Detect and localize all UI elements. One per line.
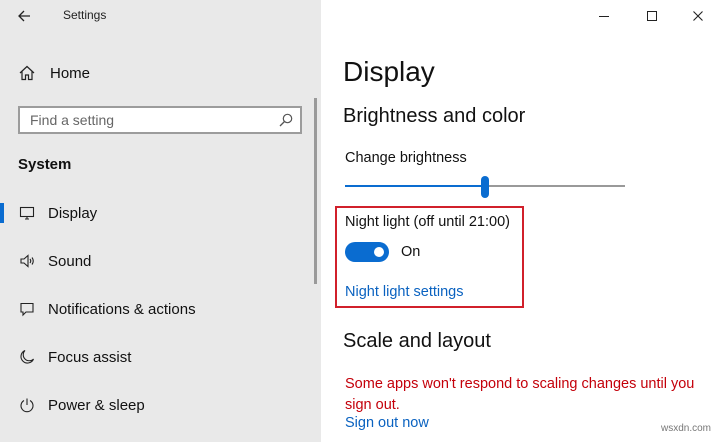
- sign-out-link[interactable]: Sign out now: [345, 415, 429, 431]
- minimize-icon: [599, 16, 609, 17]
- watermark: wsxdn.com: [660, 423, 711, 434]
- toggle-state-label: On: [401, 244, 421, 260]
- sidebar-item-label: Home: [50, 64, 91, 82]
- back-arrow-icon: [18, 10, 30, 22]
- app-title: Settings: [63, 8, 107, 22]
- sidebar-item-notifications[interactable]: Notifications & actions: [0, 294, 314, 324]
- close-icon: [693, 11, 703, 21]
- brightness-slider[interactable]: [345, 176, 625, 198]
- sidebar-item-label: Power & sleep: [48, 396, 145, 414]
- back-button[interactable]: [14, 6, 36, 26]
- close-button[interactable]: [685, 4, 711, 28]
- search-box: [18, 106, 302, 134]
- home-icon: [19, 65, 35, 81]
- page-title: Display: [343, 56, 435, 87]
- notification-icon: [18, 300, 36, 318]
- brightness-label: Change brightness: [345, 150, 467, 166]
- maximize-icon: [647, 11, 657, 21]
- sidebar-scrollbar[interactable]: [314, 98, 317, 284]
- scaling-warning: Some apps won't respond to scaling chang…: [345, 376, 695, 413]
- sidebar-item-focus-assist[interactable]: Focus assist: [0, 342, 314, 372]
- speaker-icon: [18, 252, 36, 270]
- monitor-icon: [18, 204, 36, 222]
- sidebar-item-label: Focus assist: [48, 348, 132, 366]
- moon-icon: [18, 348, 36, 366]
- section-heading-brightness: Brightness and color: [343, 105, 526, 127]
- minimize-button[interactable]: [591, 4, 617, 28]
- sidebar-item-power-sleep[interactable]: Power & sleep: [0, 390, 314, 420]
- sidebar-item-display[interactable]: Display: [0, 198, 314, 228]
- sidebar-item-label: Sound: [48, 252, 92, 270]
- night-light-toggle[interactable]: [345, 242, 389, 262]
- night-light-label: Night light (off until 21:00): [345, 214, 510, 230]
- power-icon: [18, 396, 36, 414]
- sidebar-item-label: Display: [48, 204, 98, 222]
- sidebar: Settings Home System Display: [0, 0, 321, 442]
- main-content: Display Brightness and color Change brig…: [321, 0, 723, 442]
- night-light-settings-link[interactable]: Night light settings: [345, 284, 463, 300]
- slider-thumb[interactable]: [481, 176, 489, 198]
- maximize-button[interactable]: [639, 4, 665, 28]
- sidebar-item-sound[interactable]: Sound: [0, 246, 314, 276]
- toggle-knob: [374, 247, 384, 257]
- section-heading: System: [18, 156, 72, 173]
- selection-indicator: [0, 203, 4, 223]
- sidebar-item-home[interactable]: Home: [18, 62, 90, 84]
- slider-track-fill: [345, 185, 485, 187]
- search-input[interactable]: [28, 111, 277, 129]
- section-heading-scale: Scale and layout: [343, 330, 491, 352]
- sidebar-item-label: Notifications & actions: [48, 300, 196, 318]
- search-icon[interactable]: [277, 111, 295, 129]
